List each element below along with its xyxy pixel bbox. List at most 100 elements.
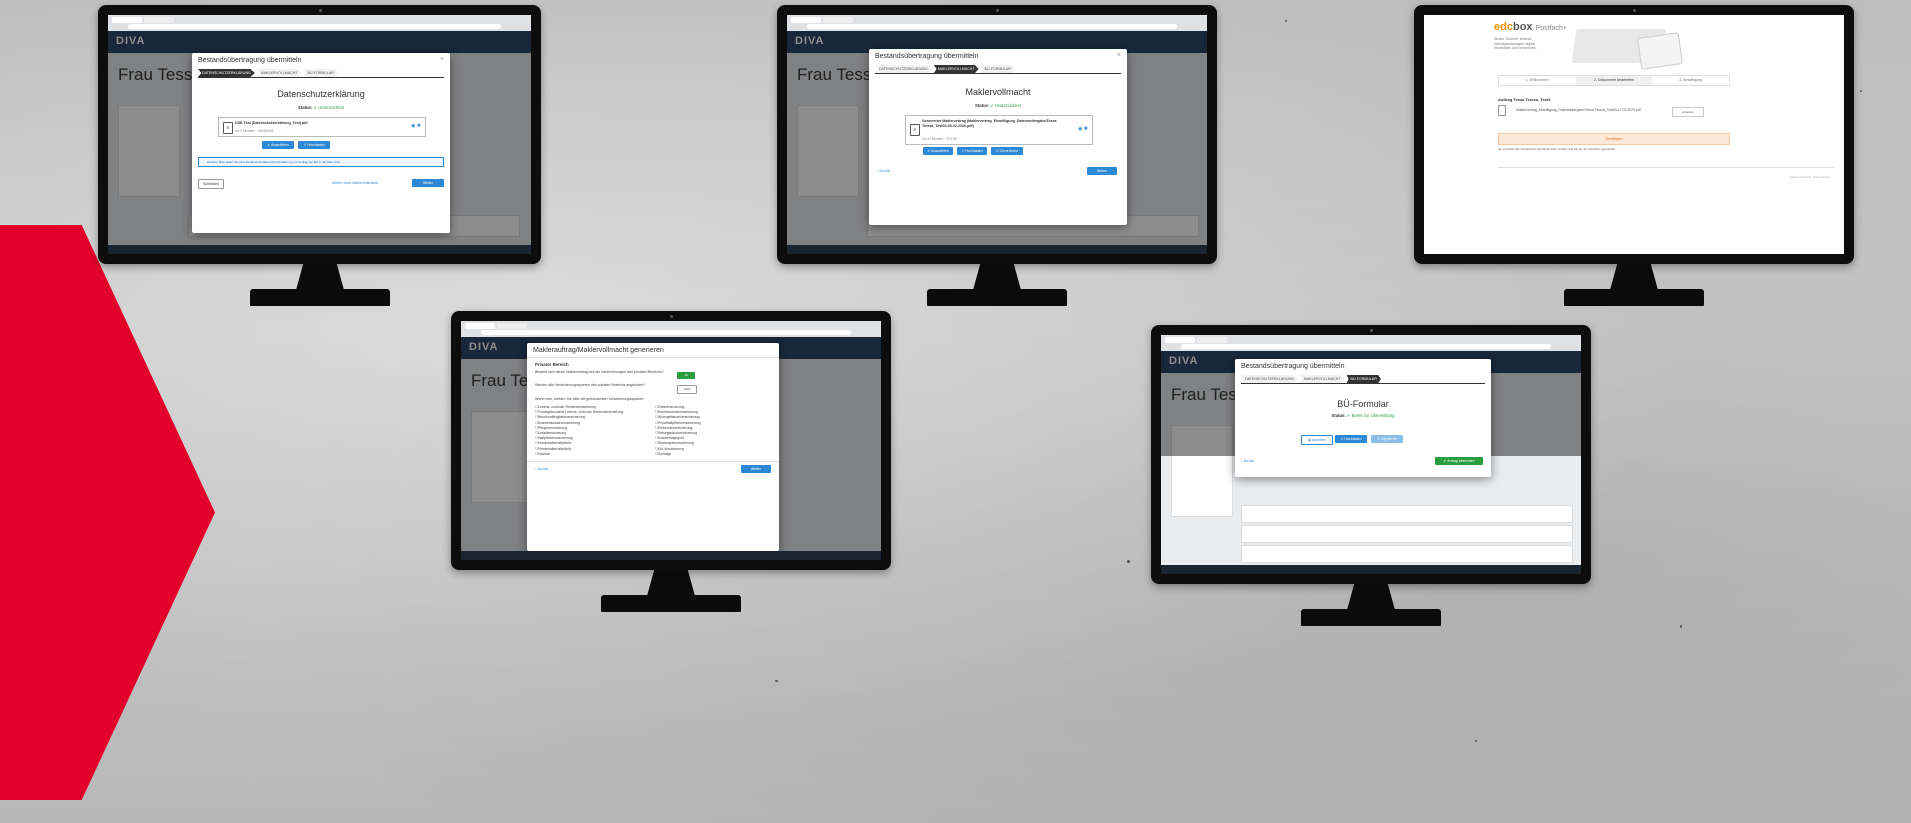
status-label: Status: [298, 105, 313, 110]
browser-tab[interactable] [144, 17, 174, 23]
back-link[interactable]: ‹ Zurück [535, 467, 548, 471]
concrete-speck [1475, 740, 1477, 742]
checkbox-option[interactable]: Hausrat [535, 452, 651, 457]
monitor-screen: edcbox Postfach+ Sicher. Schnell. Überal… [1424, 15, 1844, 254]
file-name: Generierter Maklervertrag (Maklervertrag… [922, 119, 1057, 128]
step-maklervollmacht[interactable]: MAKLERVOLLMACHT [933, 65, 979, 73]
next-button[interactable]: Weiter [1087, 167, 1117, 175]
status-label: Status: [1331, 413, 1346, 418]
logo-suffix: box [1512, 21, 1533, 33]
step-datenschutz[interactable]: DATENSCHUTZERKLÄRUNG [875, 65, 932, 73]
view-document-button[interactable]: Ansehen [1672, 107, 1704, 117]
browser-tab[interactable] [1165, 337, 1195, 343]
tablet-illustration [1636, 32, 1684, 70]
monitor-neck [1347, 584, 1395, 610]
brand-chevron [0, 225, 215, 800]
monitor-foot [601, 595, 741, 612]
back-link[interactable]: ‹ Zurück [1241, 459, 1254, 463]
view-button[interactable]: ◉ Ansehen [1301, 435, 1333, 445]
browser-tab[interactable] [1197, 337, 1227, 343]
wizard-tab-active[interactable]: 2. Dokumente bearbeiten [1575, 76, 1653, 85]
delete-icon[interactable]: ✖ [1084, 126, 1088, 132]
delete-icon[interactable]: ✖ [417, 123, 421, 129]
address-bar[interactable] [1181, 344, 1551, 349]
question-1: Besteht sich dieser Maklervertrag auf di… [535, 370, 664, 374]
pdf-file-icon: ≡ [910, 124, 920, 136]
step-datenschutz[interactable]: DATENSCHUTZERKLÄRUNG [1241, 375, 1298, 383]
select-button[interactable]: ✔ Auswählen [923, 147, 953, 155]
close-icon[interactable]: × [440, 56, 444, 63]
monitor-screen: DIVA Frau Tessa-T Bestandsübertragung üb… [108, 15, 531, 254]
step-maklervollmacht[interactable]: MAKLERVOLLMACHT [256, 69, 302, 77]
monitor-bezel: DIVA Frau Tessa-T Bestandsübertragung üb… [98, 5, 541, 264]
step-indicator: DATENSCHUTZERKLÄRUNG MAKLERVOLLMACHT BÜ-… [1241, 375, 1485, 384]
file-actions: ◉ ✖ [411, 123, 421, 129]
step-indicator: DATENSCHUTZERKLÄRUNG MAKLERVOLLMACHT BÜ-… [198, 69, 444, 78]
edcbox-logo: edcbox Postfach+ [1494, 21, 1567, 33]
select-button[interactable]: ✔ Auswählen [262, 141, 294, 149]
address-bar[interactable] [481, 330, 851, 335]
next-button[interactable]: Weiter [412, 179, 444, 187]
step-datenschutz[interactable]: DATENSCHUTZERKLÄRUNG [198, 69, 255, 77]
back-link[interactable]: ‹ Zurück [877, 169, 890, 173]
browser-tab[interactable] [497, 323, 527, 329]
file-meta: vor 44 Minuten · 72,3 kB [922, 137, 957, 141]
toggle-q2[interactable]: NEIN [677, 385, 697, 394]
step-bu-formular[interactable]: BÜ-FORMULAR [1346, 375, 1381, 383]
confirm-notice[interactable]: Bestätigen [1498, 133, 1730, 145]
taskbar [787, 245, 1207, 254]
step-maklervollmacht[interactable]: MAKLERVOLLMACHT [1299, 375, 1345, 383]
status-line: Status: ✔ Unterzeichnet [192, 105, 450, 110]
upload-button[interactable]: ⇧ Hochladen [957, 147, 987, 155]
next-button[interactable]: Weiter [741, 465, 771, 473]
browser-tab[interactable] [823, 17, 853, 23]
view-button-label: Ansehen [1311, 438, 1327, 442]
continue-link[interactable]: Weiter ohne Maklervollmacht [332, 181, 378, 185]
browser-chrome [787, 15, 1207, 32]
toggle-q1[interactable]: JA [677, 372, 695, 379]
file-name: DSE-Test (Datenschutzerklärung_Test).pdf [235, 121, 308, 125]
check-icon: ✔ [990, 103, 994, 108]
close-button[interactable]: Schließen [198, 179, 224, 189]
generate-button-label: Generieren [1000, 149, 1018, 153]
address-bar[interactable] [807, 24, 1177, 29]
checkbox-option[interactable]: Sonstige [655, 452, 771, 457]
monitor-bezel: edcbox Postfach+ Sicher. Schnell. Überal… [1414, 5, 1854, 264]
concrete-speck [1680, 625, 1682, 628]
file-card: ≡ Generierter Maklervertrag (Maklervertr… [905, 115, 1093, 145]
submit-button[interactable]: ✔ Antrag absenden [1435, 457, 1483, 465]
footnote: Ja, ich habe alle Dokumente bearbeitet b… [1498, 147, 1616, 151]
browser-tab[interactable] [112, 17, 142, 23]
browser-tab[interactable] [791, 17, 821, 23]
step-bu-formular[interactable]: BÜ-FORMULAR [980, 65, 1015, 73]
taskbar [1161, 565, 1581, 574]
intro-line: bearbeiten und versenden. [1494, 46, 1537, 51]
step-bu-formular[interactable]: BÜ-FORMULAR [303, 69, 338, 77]
concrete-speck [775, 680, 778, 682]
monitor-neck [973, 264, 1021, 290]
edcbox-page: edcbox Postfach+ Sicher. Schnell. Überal… [1424, 15, 1844, 254]
wizard-tab[interactable]: 1. Willkommen [1499, 76, 1576, 85]
upload-button[interactable]: ⇧ Hochladen [298, 141, 330, 149]
browser-tab[interactable] [465, 323, 495, 329]
question-2: Werden alle Versicherungssparten des pri… [535, 383, 646, 387]
monitor-screen: DIVA Frau Tessa-T Bestandsübertragung üb… [1161, 335, 1581, 574]
view-icon[interactable]: ◉ [1078, 126, 1082, 132]
sign-button[interactable]: ✎ Signieren [1371, 435, 1403, 443]
close-icon[interactable]: × [1117, 52, 1121, 59]
upload-button[interactable]: ⇧ Hochladen [1335, 435, 1367, 443]
browser-chrome [1161, 335, 1581, 352]
generate-button[interactable]: ↻ Generieren [991, 147, 1023, 155]
monitor-foot [250, 289, 390, 306]
divider [527, 357, 779, 358]
concrete-speck [1285, 20, 1287, 22]
address-bar[interactable] [128, 24, 501, 29]
check-icon: ✔ [1346, 413, 1351, 418]
modal-dialog: Maklerauftrag/Maklervollmacht generieren… [527, 343, 779, 551]
camera [1633, 9, 1636, 12]
step-indicator: DATENSCHUTZERKLÄRUNG MAKLERVOLLMACHT BÜ-… [875, 65, 1121, 74]
wizard-tab[interactable]: 3. Bestätigung [1652, 76, 1729, 85]
view-icon[interactable]: ◉ [411, 123, 415, 129]
monitor-bezel: DIVA Frau Tessa-T Maklerauftrag/Maklervo… [451, 311, 891, 570]
modal-heading: BÜ-Formular [1337, 399, 1389, 409]
